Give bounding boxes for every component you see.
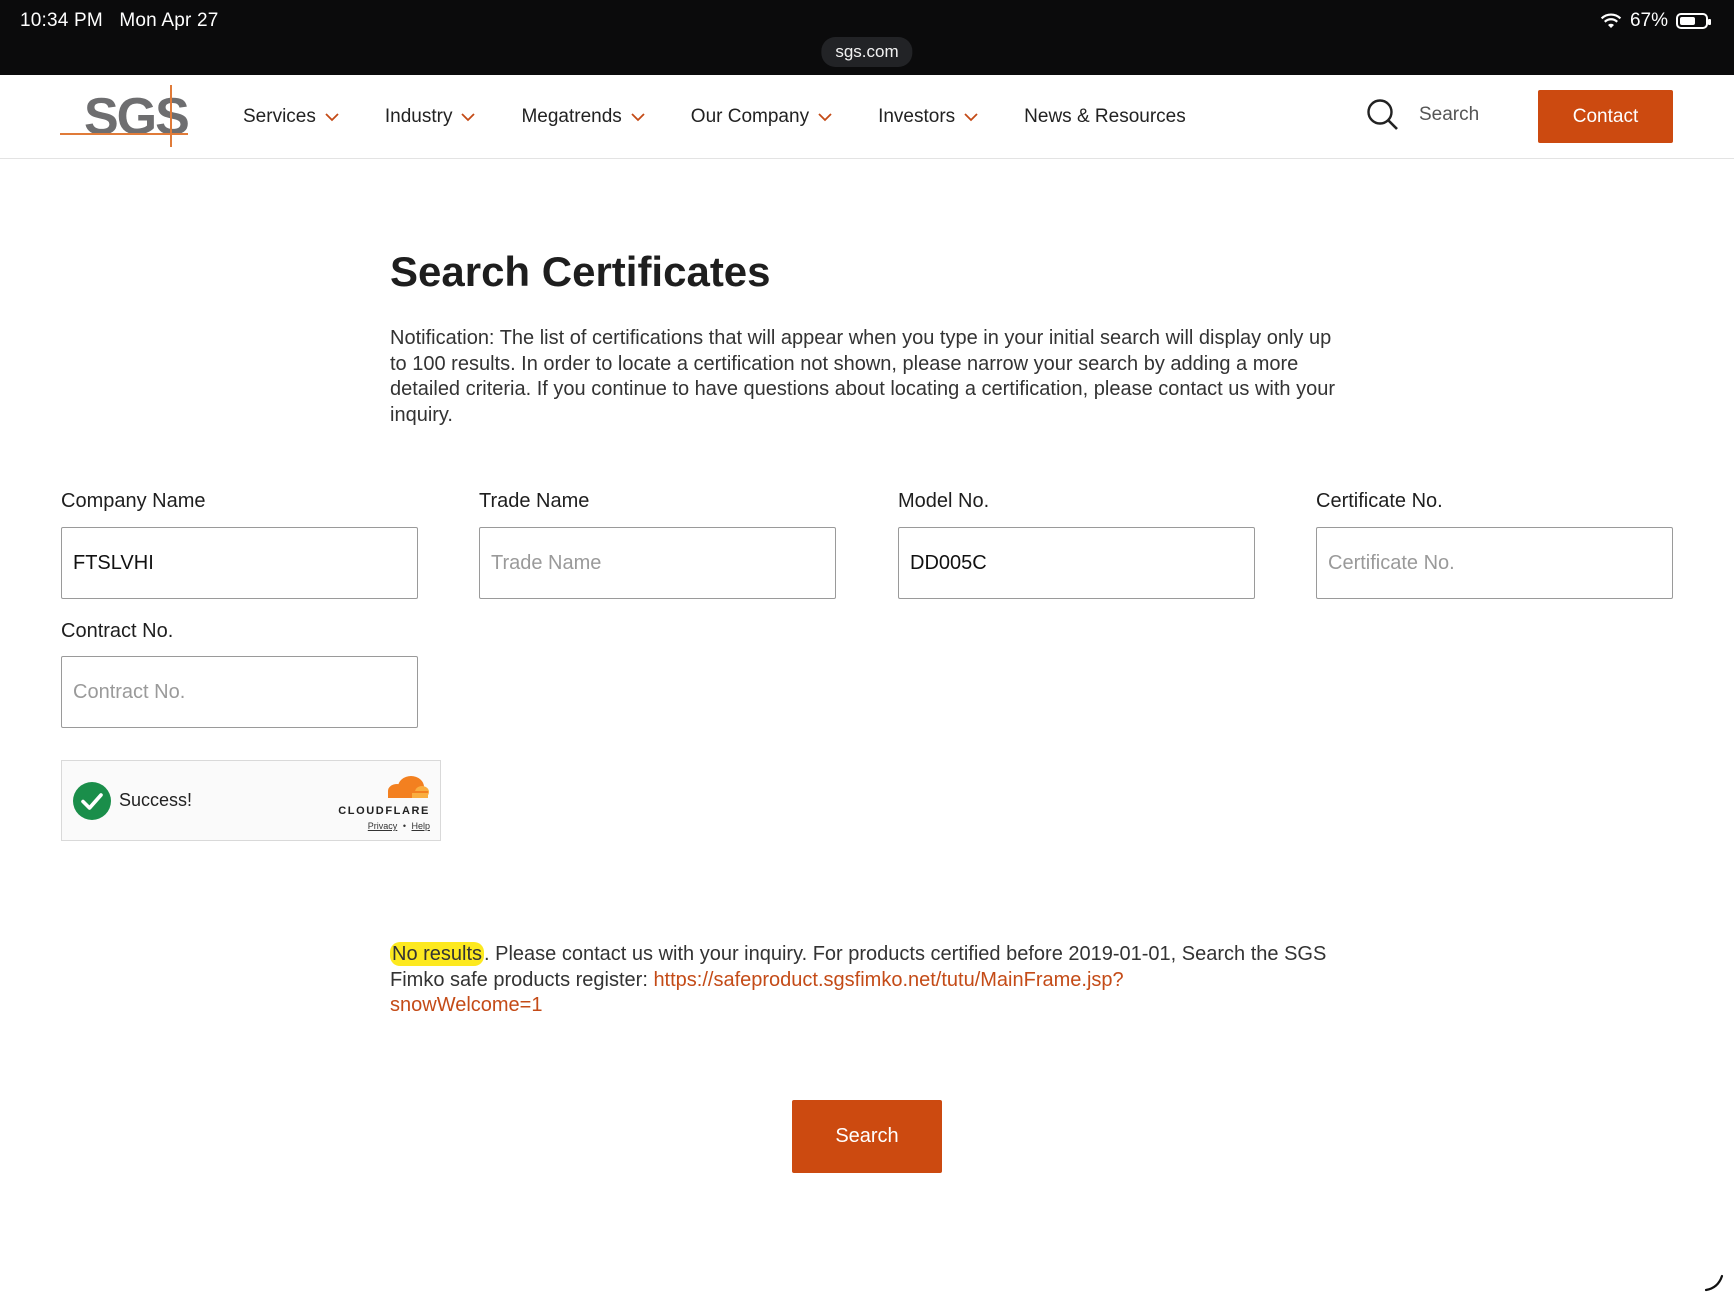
logo-text: SGS xyxy=(84,88,190,146)
company-name-input[interactable] xyxy=(61,527,418,599)
nav-our-company[interactable]: Our Company xyxy=(691,106,832,128)
sgs-logo[interactable]: SGS xyxy=(60,85,190,147)
certificate-no-label: Certificate No. xyxy=(1316,490,1443,512)
certificate-no-input[interactable] xyxy=(1316,527,1673,599)
cloudflare-cloud-icon xyxy=(388,776,429,798)
trade-name-input[interactable] xyxy=(479,527,836,599)
privacy-link[interactable]: Privacy xyxy=(368,821,398,831)
nav-services[interactable]: Services xyxy=(243,106,339,128)
contract-no-label: Contract No. xyxy=(61,620,174,642)
no-results-highlight: No results xyxy=(390,942,485,966)
captcha-status: Success! xyxy=(119,790,193,810)
model-no-input[interactable] xyxy=(898,527,1255,599)
nav-label: Investors xyxy=(878,105,956,127)
chevron-down-icon xyxy=(461,112,476,121)
status-indicators: 67% xyxy=(1600,10,1711,32)
site-header: SGS Services Industry Megatrends Our Com… xyxy=(0,75,1734,159)
chevron-down-icon xyxy=(631,112,645,121)
link-line-1[interactable]: https://safeproduct.sgsfimko.net/tutu/Ma… xyxy=(653,969,1123,991)
page-title: Search Certificates xyxy=(390,248,771,295)
header-search-label[interactable]: Search xyxy=(1419,104,1479,126)
trade-name-label: Trade Name xyxy=(479,490,590,512)
help-link[interactable]: Help xyxy=(411,821,430,831)
nav-industry[interactable]: Industry xyxy=(385,106,476,128)
chevron-down-icon xyxy=(325,112,339,121)
chevron-down-icon xyxy=(964,112,978,121)
cloudflare-captcha[interactable]: Success! CLOUDFLARE Privacy • Help xyxy=(61,760,441,841)
main-nav: Services Industry Megatrends Our Company… xyxy=(243,75,1232,158)
header-search[interactable]: Search xyxy=(1365,97,1479,133)
model-no-label: Model No. xyxy=(898,490,990,512)
status-time: 10:34 PM Mon Apr 27 xyxy=(20,10,219,32)
url-bar[interactable]: sgs.com xyxy=(821,37,913,67)
success-check-icon xyxy=(73,782,111,820)
search-button[interactable]: Search xyxy=(792,1100,942,1173)
nav-investors[interactable]: Investors xyxy=(878,106,978,128)
nav-label: News & Resources xyxy=(1024,105,1186,127)
link-separator: • xyxy=(402,821,406,831)
contract-no-input[interactable] xyxy=(61,656,418,728)
battery-percent: 67% xyxy=(1629,10,1668,31)
status-date: Mon Apr 27 xyxy=(119,10,219,31)
contact-button[interactable]: Contact xyxy=(1538,90,1673,143)
battery-icon xyxy=(1676,13,1711,29)
nav-label: Services xyxy=(243,105,316,127)
link-line-2[interactable]: snowWelcome=1 xyxy=(390,994,542,1016)
resize-handle-icon xyxy=(1704,1274,1724,1292)
status-time-text: 10:34 PM xyxy=(20,10,103,31)
cloudflare-brand-text: CLOUDFLARE xyxy=(338,805,430,817)
chevron-down-icon xyxy=(818,112,832,121)
nav-news-resources[interactable]: News & Resources xyxy=(1024,106,1186,128)
status-bar: 10:34 PM Mon Apr 27 sgs.com 67% xyxy=(0,0,1734,75)
nav-label: Megatrends xyxy=(521,105,622,127)
company-name-label: Company Name xyxy=(61,490,206,512)
search-icon[interactable] xyxy=(1365,97,1401,133)
cloudflare-branding: CLOUDFLARE Privacy • Help xyxy=(330,773,430,831)
captcha-links: Privacy • Help xyxy=(368,821,430,831)
nav-megatrends[interactable]: Megatrends xyxy=(521,105,645,128)
nav-label: Industry xyxy=(384,105,453,127)
notification-text: Notification: The list of certifications… xyxy=(390,327,1335,426)
wifi-icon xyxy=(1600,13,1622,28)
search-result-message: No results. Please contact us with your … xyxy=(390,942,1330,1019)
nav-label: Our Company xyxy=(690,105,810,127)
